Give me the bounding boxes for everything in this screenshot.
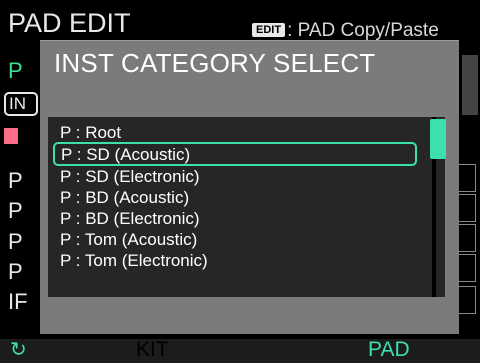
bg-row-pad: P bbox=[8, 229, 23, 254]
list-item[interactable]: P : BD (Acoustic) bbox=[60, 187, 189, 208]
list-item[interactable]: P : Root bbox=[60, 122, 121, 143]
edit-key-icon: EDIT bbox=[252, 23, 286, 37]
dialog-title: INST CATEGORY SELECT bbox=[54, 48, 376, 78]
list-item[interactable]: P : Tom (Electronic) bbox=[60, 250, 208, 271]
bg-pink-marker bbox=[4, 128, 18, 144]
kit-button[interactable]: KIT bbox=[136, 338, 169, 362]
copy-paste-hint: EDIT: PAD Copy/Paste bbox=[252, 20, 439, 42]
bg-input-chip: IN bbox=[4, 92, 38, 116]
bg-row-pad: P bbox=[8, 259, 23, 284]
bg-scrollbar bbox=[462, 55, 478, 115]
bg-row-pad: P bbox=[8, 198, 23, 223]
pad-button[interactable]: PAD bbox=[368, 338, 410, 362]
inst-category-dialog: INST CATEGORY SELECT P : Root P : SD (Ac… bbox=[40, 40, 459, 334]
list-item[interactable]: P : Tom (Acoustic) bbox=[60, 229, 197, 250]
bg-row-pad: IF bbox=[8, 289, 28, 314]
list-item[interactable]: P : BD (Electronic) bbox=[60, 208, 200, 229]
bg-row-pad-green: P bbox=[8, 58, 23, 83]
list-item-selected[interactable]: P : SD (Acoustic) bbox=[53, 142, 417, 166]
category-list[interactable]: P : Root P : SD (Acoustic) P : SD (Elect… bbox=[48, 117, 446, 297]
reload-icon[interactable]: ↻ bbox=[10, 337, 27, 362]
list-item[interactable]: P : SD (Electronic) bbox=[60, 166, 200, 187]
bottom-bar: ↻ KIT PAD bbox=[0, 337, 480, 363]
scrollbar-thumb[interactable] bbox=[430, 119, 446, 159]
bg-row-pad: P bbox=[8, 168, 23, 193]
copy-paste-hint-text: : PAD Copy/Paste bbox=[287, 20, 439, 41]
page-title: PAD EDIT bbox=[8, 8, 131, 38]
